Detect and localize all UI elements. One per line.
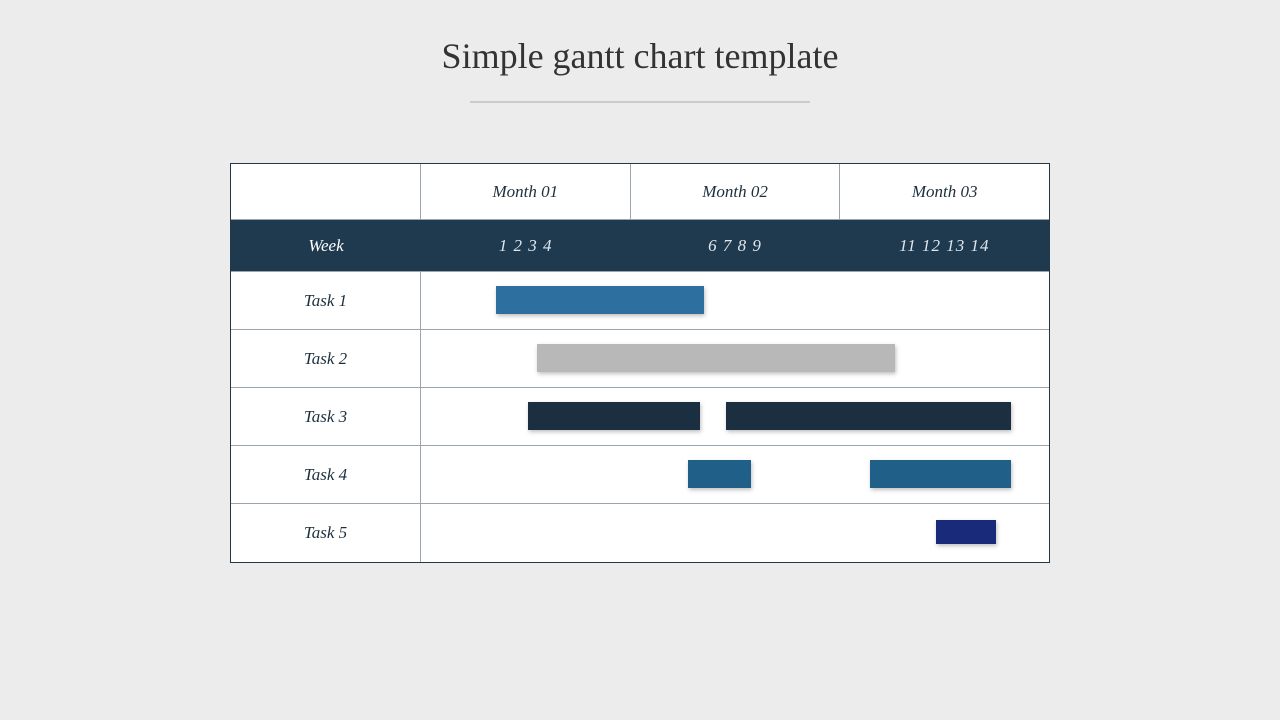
month-header: Month 02: [631, 164, 841, 219]
week-label: Week: [231, 220, 421, 271]
month-header: Month 01: [421, 164, 631, 219]
task-row: Task 3: [231, 388, 1049, 446]
gantt-bar: [496, 286, 703, 314]
task-bar-area: [421, 330, 1049, 387]
gantt-bar: [936, 520, 996, 544]
task-bar-area: [421, 446, 1049, 503]
month-header-blank: [231, 164, 421, 219]
page-title: Simple gantt chart template: [0, 0, 1280, 77]
gantt-bar: [870, 460, 1011, 488]
week-group: 11 12 13 14: [840, 220, 1049, 271]
task-label: Task 1: [231, 272, 421, 329]
task-row: Task 5: [231, 504, 1049, 562]
task-bar-area: [421, 388, 1049, 445]
task-label: Task 2: [231, 330, 421, 387]
task-bar-area: [421, 504, 1049, 562]
week-header-row: Week 1 2 3 4 6 7 8 9 11 12 13 14: [231, 220, 1049, 272]
task-label: Task 4: [231, 446, 421, 503]
gantt-bar: [537, 344, 895, 372]
task-bar-area: [421, 272, 1049, 329]
week-group: 1 2 3 4: [421, 220, 630, 271]
gantt-bar: [726, 402, 1012, 430]
task-label: Task 3: [231, 388, 421, 445]
title-divider: [470, 101, 810, 103]
task-label: Task 5: [231, 504, 421, 562]
gantt-bar: [528, 402, 701, 430]
gantt-bar: [688, 460, 751, 488]
task-row: Task 2: [231, 330, 1049, 388]
task-row: Task 4: [231, 446, 1049, 504]
month-header: Month 03: [840, 164, 1049, 219]
week-group: 6 7 8 9: [630, 220, 839, 271]
task-row: Task 1: [231, 272, 1049, 330]
month-header-row: Month 01 Month 02 Month 03: [231, 164, 1049, 220]
gantt-chart: Month 01 Month 02 Month 03 Week 1 2 3 4 …: [230, 163, 1050, 563]
